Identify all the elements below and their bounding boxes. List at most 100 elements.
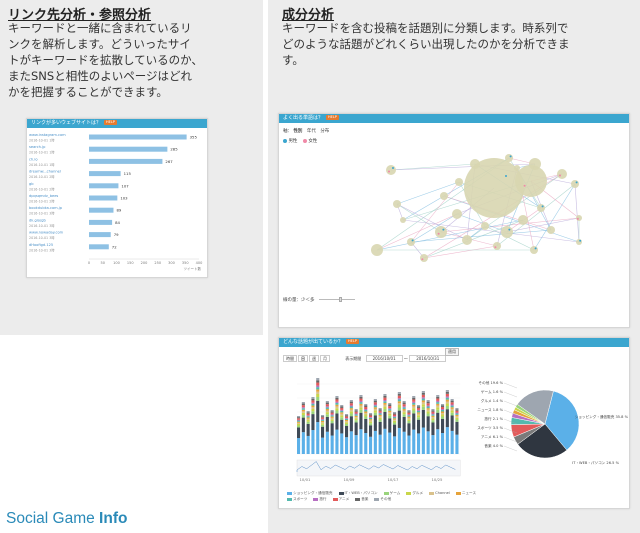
legend-label: ニュース [461,491,477,495]
stacked-segment [369,420,373,422]
x-tick-label: 100 [113,261,120,265]
stacked-segment [321,420,325,423]
stacked-segment [455,419,459,422]
legend-item[interactable]: その他 [374,496,391,502]
panel-title: よく出る単語は？ [283,115,324,121]
legend-swatch [313,497,319,501]
gran-month[interactable]: 月 [320,355,330,362]
stacked-segment [345,418,349,419]
female-marker [576,217,579,220]
legend-item[interactable]: 旅行 [313,496,327,502]
stacked-segment [354,414,358,416]
word-node [530,246,538,254]
stacked-segment [378,408,382,410]
stacked-segment [306,418,310,421]
stacked-segment [426,405,430,407]
stacked-segment [335,399,339,402]
tab-age[interactable]: 年代 [307,129,316,134]
stacked-segment [450,399,454,401]
word-node [420,254,428,262]
help-button[interactable]: HELP [346,339,359,344]
stacked-segment [316,378,320,381]
stacked-segment [431,413,435,415]
date-to-input[interactable]: 2016/10/31 [409,355,447,362]
stacked-segment [397,427,401,454]
stacked-segment [431,422,435,436]
legend-item[interactable]: スポーツ [287,496,307,502]
tab-gender[interactable]: 性別 [293,129,302,134]
stacked-segment [407,411,411,413]
stacked-segment [441,419,445,433]
word-node [462,235,472,245]
stacked-segment [393,414,397,417]
line-amount-slider[interactable]: 線の量：少＜多 [283,297,355,303]
stacked-segment [369,423,373,426]
legend-item[interactable]: 音楽 [355,496,368,502]
stacked-segment [441,410,445,412]
legend-swatch [332,497,338,501]
legend-swatch [429,491,435,495]
stacked-segment [378,421,382,435]
stacked-segment [402,412,406,415]
legend-item[interactable]: ニュース [455,490,477,496]
stacked-segment [321,418,325,420]
stacked-segment [412,396,416,398]
stacked-segment [445,393,449,397]
stacked-segment [441,433,445,454]
legend-item[interactable]: Channel [429,490,450,496]
site-date-label: 2016-10-01 3時 [29,247,55,252]
stacked-segment [412,429,416,454]
gran-day[interactable]: 日 [298,355,308,362]
stacked-segment [393,422,397,425]
tab-distribution[interactable]: 分布 [320,129,329,134]
stacked-segment [354,422,358,436]
slider-track[interactable] [318,297,355,302]
apply-button[interactable]: 適用 [445,348,459,356]
stacked-segment [378,414,382,417]
stacked-segment [412,410,416,414]
stacked-segment [383,409,387,412]
date-from-input[interactable]: 2016/10/01 [365,355,403,362]
stacked-segment [378,419,382,422]
stacked-segment [306,413,310,416]
pie-label: ショッピング・通信販売 35.8 % [575,414,629,419]
stacked-segment [335,408,339,411]
male-marker [411,239,414,242]
stacked-segment [388,408,392,410]
word-node [440,192,448,200]
stacked-segment [316,400,320,423]
stacked-segment [373,430,377,454]
stacked-segment [407,435,411,454]
stacked-segment [335,406,339,409]
stacked-segment [436,412,440,430]
help-button[interactable]: HELP [326,115,339,120]
stacked-segment [325,402,329,405]
stacked-segment [445,403,449,406]
gran-hour[interactable]: 時間 [283,355,297,362]
stacked-segment [412,397,416,400]
stacked-segment [359,403,363,406]
brand-text-bold: Info [99,510,128,527]
slider-handle[interactable] [338,297,342,302]
bar-value-label: 84 [115,220,120,225]
stacked-segment [445,391,449,394]
stacked-segment [412,408,416,411]
word-network-graph[interactable] [279,146,629,316]
stacked-segment [397,407,401,411]
pie-label: 旅行 2.1 % [484,416,503,421]
gran-week[interactable]: 週 [309,355,319,362]
stacked-segment [426,401,430,404]
stacked-segment [321,417,325,419]
stacked-segment [388,413,392,416]
help-button[interactable]: HELP [104,120,117,125]
stacked-segment [316,382,320,386]
stacked-segment [369,414,373,416]
word-node [400,217,406,223]
stacked-segment [455,413,459,415]
stacked-segment [426,416,430,432]
legend-item[interactable]: アニメ [332,496,349,502]
network-edge [423,245,498,259]
legend-item[interactable]: グルメ [406,490,423,496]
stacked-segment [311,430,315,454]
stacked-segment [349,406,353,409]
